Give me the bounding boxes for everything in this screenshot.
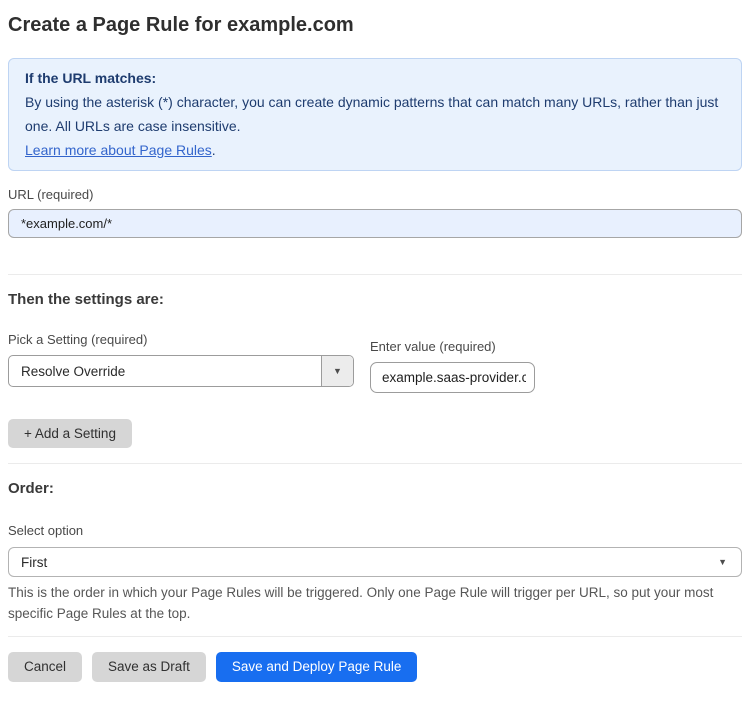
cancel-button[interactable]: Cancel <box>8 652 83 682</box>
divider <box>8 463 742 464</box>
add-setting-button[interactable]: + Add a Setting <box>8 419 132 448</box>
divider <box>8 636 742 637</box>
setting-dropdown-value: Resolve Override <box>21 363 126 379</box>
order-select-label: Select option <box>8 523 84 538</box>
url-match-info-box: If the URL matches: By using the asteris… <box>8 58 742 171</box>
info-box-body: By using the asterisk (*) character, you… <box>25 94 719 134</box>
info-box-link-line: Learn more about Page Rules. <box>25 138 725 162</box>
setting-row: Pick a Setting (required) Resolve Overri… <box>8 332 742 393</box>
chevron-down-icon: ▼ <box>333 366 342 376</box>
chevron-down-icon: ▼ <box>718 557 727 567</box>
url-field-label: URL (required) <box>8 187 94 202</box>
url-input[interactable] <box>8 209 742 238</box>
enter-value-column: Enter value (required) <box>370 339 535 393</box>
action-button-row: Cancel Save as Draft Save and Deploy Pag… <box>8 652 742 682</box>
order-select-value: First <box>21 554 48 570</box>
divider <box>8 274 742 275</box>
setting-dropdown-arrow-button[interactable]: ▼ <box>321 356 353 386</box>
info-box-heading: If the URL matches: <box>25 70 157 86</box>
save-and-deploy-button[interactable]: Save and Deploy Page Rule <box>215 652 418 682</box>
setting-value-input[interactable] <box>370 362 535 393</box>
pick-setting-label: Pick a Setting (required) <box>8 332 148 347</box>
enter-value-label: Enter value (required) <box>370 339 496 354</box>
settings-section-heading: Then the settings are: <box>8 291 164 308</box>
order-section-heading: Order: <box>8 480 54 497</box>
learn-more-link[interactable]: Learn more about Page Rules <box>25 142 212 158</box>
pick-setting-column: Pick a Setting (required) Resolve Overri… <box>8 332 354 387</box>
setting-dropdown[interactable]: Resolve Override ▼ <box>8 355 354 387</box>
save-as-draft-button[interactable]: Save as Draft <box>92 652 206 682</box>
page-title: Create a Page Rule for example.com <box>8 14 354 36</box>
order-select[interactable]: First ▼ <box>8 547 742 577</box>
order-help-text: This is the order in which your Page Rul… <box>8 585 714 621</box>
link-period: . <box>211 142 216 158</box>
